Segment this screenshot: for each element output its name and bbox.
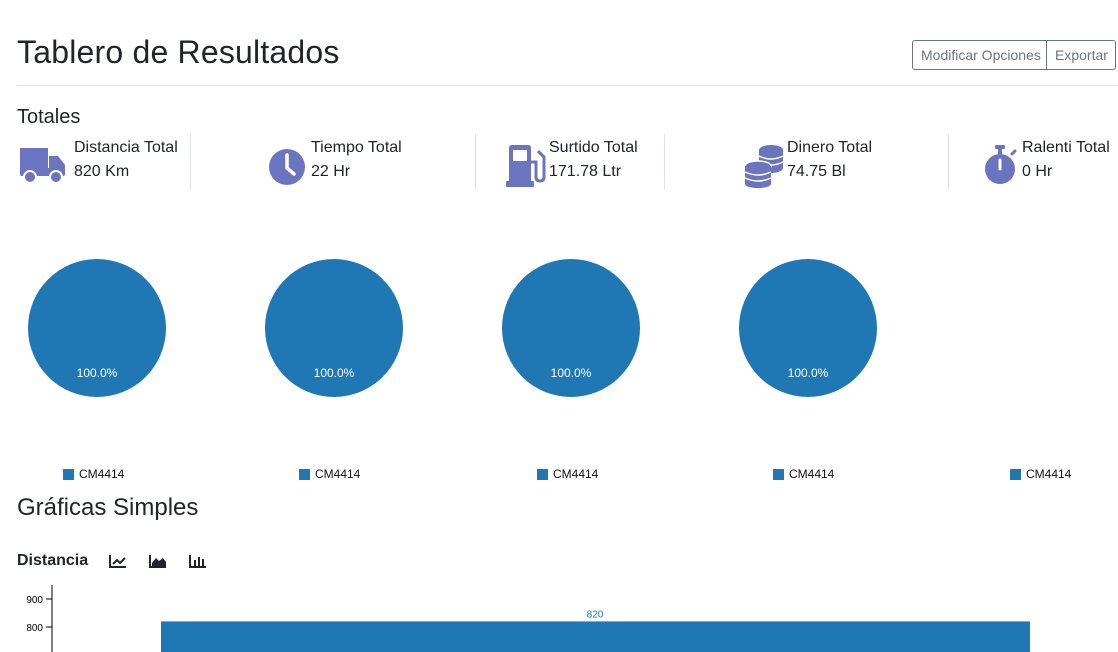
legend-label: CM4414 <box>315 467 361 481</box>
stat-label: Ralenti Total <box>1022 139 1110 156</box>
pie-legend[interactable]: CM4414 <box>773 467 834 481</box>
stat-value: 820 Km <box>74 163 130 180</box>
pie-legend[interactable]: CM4414 <box>537 467 598 481</box>
stat-label: Dinero Total <box>787 139 873 156</box>
stat-divider <box>475 134 476 190</box>
stat-label: Distancia Total <box>74 139 178 156</box>
y-tick-label: 800 <box>26 623 43 634</box>
area-chart-icon <box>149 555 167 568</box>
legend-swatch <box>299 468 310 480</box>
stat-label: Surtido Total <box>549 139 638 156</box>
stat-value: 74.75 Bl <box>787 163 846 180</box>
legend-swatch <box>773 468 784 480</box>
distance-chart-header: Distancia <box>17 551 208 571</box>
gas-pump-icon <box>506 145 546 187</box>
pie-chart-money: 100.0% <box>739 259 877 397</box>
stopwatch-icon <box>985 145 1017 184</box>
legend-swatch <box>1010 468 1021 480</box>
pie-legend[interactable]: CM4414 <box>63 467 124 481</box>
legend-swatch <box>63 468 74 480</box>
line-chart-icon <box>109 555 127 568</box>
stat-value: 171.78 Ltr <box>549 163 622 180</box>
legend-label: CM4414 <box>1026 467 1072 481</box>
totals-heading: Totales <box>17 106 81 128</box>
pie-percent-label: 100.0% <box>788 366 829 380</box>
pie-chart-distance: 100.0% <box>28 259 166 397</box>
line-chart-button[interactable] <box>108 551 128 571</box>
clock-icon <box>269 149 305 185</box>
truck-icon <box>20 148 65 184</box>
pie-percent-label: 100.0% <box>314 366 355 380</box>
bar-chart-icon <box>189 555 207 568</box>
y-tick-label: 900 <box>26 595 43 606</box>
distance-chart-title: Distancia <box>17 552 89 569</box>
stat-divider <box>948 134 949 190</box>
coins-icon <box>744 145 784 188</box>
legend-label: CM4414 <box>789 467 835 481</box>
stat-value: 0 Hr <box>1022 163 1053 180</box>
stat-label: Tiempo Total <box>311 139 402 156</box>
modify-options-button[interactable]: Modificar Opciones <box>912 40 1047 70</box>
stat-divider <box>190 134 191 190</box>
area-chart-button[interactable] <box>148 551 168 571</box>
distance-bar-chart: 800 900 820 <box>26 585 1030 652</box>
bar-chart-button[interactable] <box>188 551 208 571</box>
legend-label: CM4414 <box>79 467 125 481</box>
legend-label: CM4414 <box>553 467 599 481</box>
header-button-group: Modificar Opciones Exportar <box>912 40 1116 70</box>
legend-swatch <box>537 468 548 480</box>
pie-legend[interactable]: CM4414 <box>299 467 360 481</box>
simple-charts-heading: Gráficas Simples <box>17 494 199 521</box>
bar-data-label: 820 <box>587 609 604 620</box>
title-divider <box>17 85 1118 86</box>
pie-legend[interactable]: CM4414 <box>1010 467 1071 481</box>
stat-divider <box>664 134 665 190</box>
export-button[interactable]: Exportar <box>1047 40 1116 70</box>
stat-value: 22 Hr <box>311 163 351 180</box>
pie-chart-time: 100.0% <box>265 259 403 397</box>
bar[interactable] <box>161 621 1030 652</box>
pie-percent-label: 100.0% <box>77 366 118 380</box>
pie-percent-label: 100.0% <box>551 366 592 380</box>
pie-chart-fuel: 100.0% <box>502 259 640 397</box>
page-title: Tablero de Resultados <box>17 34 340 70</box>
